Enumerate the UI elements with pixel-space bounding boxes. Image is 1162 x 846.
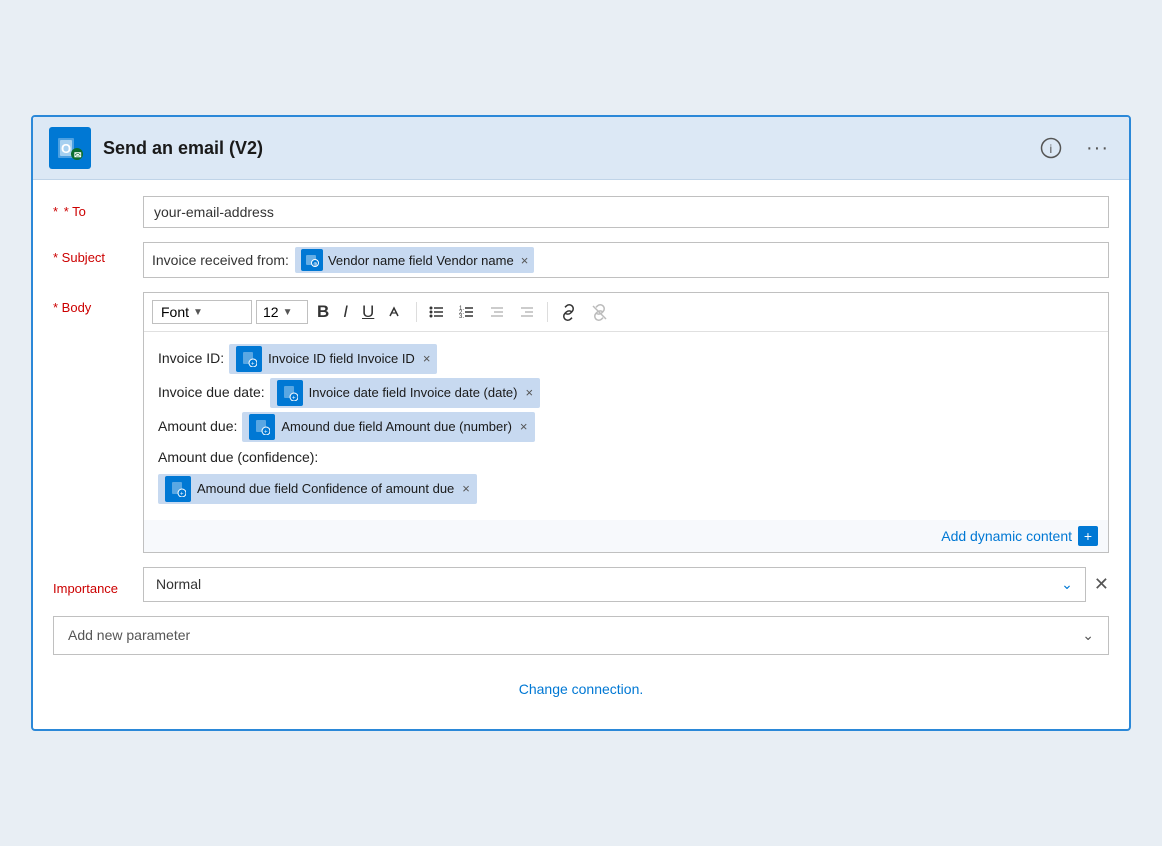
toolbar-divider-2 (547, 302, 548, 322)
invoice-id-tag-close[interactable]: × (423, 348, 431, 370)
invoice-id-tag-icon: + (236, 346, 262, 372)
svg-text:+: + (251, 362, 255, 368)
invoice-date-tag: + Invoice date field Invoice date (date)… (270, 378, 540, 408)
svg-text:O: O (61, 141, 71, 156)
invoice-id-tag-text: Invoice ID field Invoice ID (268, 348, 415, 370)
to-input[interactable] (143, 196, 1109, 228)
invoice-date-tag-icon: + (277, 380, 303, 406)
insert-link-button[interactable] (555, 301, 582, 324)
amount-confidence-tag-text: Amound due field Confidence of amount du… (197, 478, 454, 500)
amount-due-tag-close[interactable]: × (520, 416, 528, 438)
bold-button[interactable]: B (312, 299, 334, 325)
to-field-wrap (143, 196, 1109, 228)
amount-due-tag: + Amound due field Amount due (number) × (242, 412, 534, 442)
amount-due-tag-icon: + (249, 414, 275, 440)
svg-text:i: i (1050, 142, 1053, 156)
importance-label: Importance (53, 573, 143, 596)
subject-dynamic-tag: ⊕ Vendor name field Vendor name × (295, 247, 534, 273)
svg-text:⊕: ⊕ (313, 262, 317, 268)
outlook-icon: O ✉ (49, 127, 91, 169)
body-label: * Body (53, 292, 143, 315)
info-button[interactable]: i (1036, 133, 1066, 163)
add-dynamic-content-button[interactable]: Add dynamic content + (941, 526, 1098, 546)
subject-tag-icon: ⊕ (301, 249, 323, 271)
font-dropdown-arrow: ▼ (193, 307, 203, 318)
unordered-list-button[interactable] (424, 301, 450, 323)
remove-link-button[interactable] (586, 301, 613, 324)
subject-field[interactable]: Invoice received from: ⊕ Vendor name fie… (143, 242, 1109, 278)
email-action-card: O ✉ Send an email (V2) i ··· * (31, 115, 1131, 731)
body-line-amount-confidence: Amount due (confidence): (158, 446, 1094, 470)
font-size-value: 12 (263, 304, 279, 320)
size-dropdown-arrow: ▼ (283, 307, 293, 318)
add-parameter-row[interactable]: Add new parameter ⌄ (53, 616, 1109, 655)
body-line-invoice-date: Invoice due date: + Invoice date fi (158, 378, 1094, 408)
size-select[interactable]: 12 ▼ (256, 300, 308, 324)
card-title: Send an email (V2) (103, 138, 263, 159)
ordered-list-button[interactable]: 1. 2. 3. (454, 301, 480, 323)
body-row: * Body Font ▼ 12 ▼ B I (53, 292, 1109, 553)
body-field-wrap: Font ▼ 12 ▼ B I U (143, 292, 1109, 553)
svg-text:3.: 3. (459, 314, 464, 320)
font-select[interactable]: Font ▼ (152, 300, 252, 324)
add-dynamic-row: Add dynamic content + (144, 520, 1108, 552)
importance-row: Importance Normal ⌄ ✕ (53, 567, 1109, 602)
amount-confidence-tag-icon: + (165, 476, 191, 502)
more-options-button[interactable]: ··· (1082, 133, 1113, 164)
body-line-4-prefix: Amount due (confidence): (158, 446, 318, 470)
importance-dropdown-arrow: ⌄ (1061, 576, 1073, 593)
subject-prefix: Invoice received from: (152, 252, 289, 268)
svg-text:+: + (264, 430, 268, 436)
subject-tag-text: Vendor name field Vendor name (328, 253, 514, 268)
change-connection-button[interactable]: Change connection. (519, 681, 644, 697)
indent-increase-button[interactable] (514, 301, 540, 323)
highlight-button[interactable] (383, 301, 409, 323)
body-line-amount-confidence-tag-row: + Amound due field Confidence of amount … (158, 474, 1094, 504)
svg-text:✉: ✉ (74, 150, 82, 160)
editor-toolbar: Font ▼ 12 ▼ B I U (144, 293, 1108, 332)
body-line-2-prefix: Invoice due date: (158, 381, 265, 405)
amount-confidence-tag-close[interactable]: × (462, 478, 470, 500)
form-body: * * To * Subject Invoice received from: (33, 180, 1129, 729)
editor-content[interactable]: Invoice ID: + Invoice ID field Invo (144, 332, 1108, 520)
subject-row: * Subject Invoice received from: ⊕ Ven (53, 242, 1109, 278)
underline-button[interactable]: U (357, 299, 379, 325)
svg-text:+: + (292, 396, 296, 402)
body-line-1-prefix: Invoice ID: (158, 347, 224, 371)
invoice-id-tag: + Invoice ID field Invoice ID × (229, 344, 437, 374)
amount-confidence-tag: + Amound due field Confidence of amount … (158, 474, 477, 504)
to-label: * * To (53, 196, 143, 219)
importance-clear-button[interactable]: ✕ (1094, 574, 1109, 595)
to-row: * * To (53, 196, 1109, 228)
card-header: O ✉ Send an email (V2) i ··· (33, 117, 1129, 180)
subject-tag-close[interactable]: × (521, 253, 529, 268)
body-line-amount-due: Amount due: + Amound due field Amou (158, 412, 1094, 442)
amount-due-tag-text: Amound due field Amount due (number) (281, 416, 512, 438)
toolbar-divider-1 (416, 302, 417, 322)
add-dynamic-plus-icon: + (1078, 526, 1098, 546)
body-line-invoice-id: Invoice ID: + Invoice ID field Invo (158, 344, 1094, 374)
invoice-date-tag-close[interactable]: × (526, 382, 534, 404)
footer: Change connection. (53, 669, 1109, 713)
invoice-date-tag-text: Invoice date field Invoice date (date) (309, 382, 518, 404)
font-label: Font (161, 304, 189, 320)
svg-text:+: + (180, 491, 184, 497)
add-parameter-chevron-icon: ⌄ (1082, 627, 1094, 644)
indent-decrease-button[interactable] (484, 301, 510, 323)
importance-field-wrap: Normal ⌄ ✕ (143, 567, 1109, 602)
add-dynamic-label: Add dynamic content (941, 528, 1072, 544)
subject-field-wrap: Invoice received from: ⊕ Vendor name fie… (143, 242, 1109, 278)
subject-label: * Subject (53, 242, 143, 265)
importance-value: Normal (156, 576, 201, 592)
header-right: i ··· (1036, 133, 1113, 164)
body-editor: Font ▼ 12 ▼ B I U (143, 292, 1109, 553)
italic-button[interactable]: I (338, 299, 353, 325)
add-parameter-label: Add new parameter (68, 627, 190, 643)
body-line-3-prefix: Amount due: (158, 415, 237, 439)
header-left: O ✉ Send an email (V2) (49, 127, 263, 169)
importance-select[interactable]: Normal ⌄ (143, 567, 1086, 602)
